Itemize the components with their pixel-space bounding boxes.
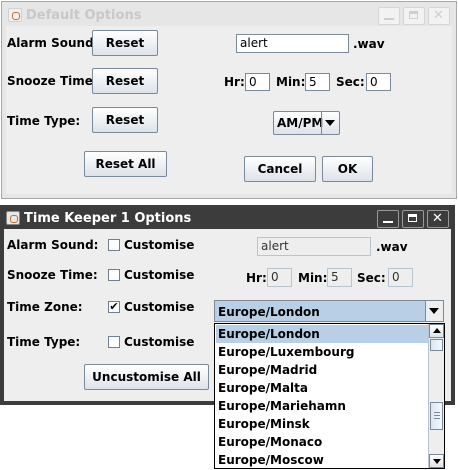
min-input: 5 — [327, 268, 352, 287]
maximize-button[interactable] — [403, 7, 425, 25]
uncustomise-all-button[interactable]: Uncustomise All — [84, 364, 209, 390]
hr-input: 0 — [267, 268, 292, 287]
list-item[interactable]: Europe/Monaco — [216, 433, 428, 451]
time-type-label: Time Type: — [7, 335, 81, 349]
customise-zone-label[interactable]: Customise — [124, 300, 194, 314]
customise-type-label[interactable]: Customise — [124, 335, 194, 349]
cancel-button[interactable]: Cancel — [244, 156, 316, 182]
hr-label: Hr: — [246, 271, 267, 285]
customise-type-checkbox[interactable] — [108, 336, 120, 348]
list-item[interactable]: Europe/Minsk — [216, 415, 428, 433]
alarm-sound-input[interactable]: alert — [236, 34, 349, 53]
alarm-sound-input: alert — [257, 237, 371, 256]
scroll-thumb[interactable] — [430, 339, 443, 351]
window-title: Default Options — [26, 8, 142, 23]
dropdown-arrow-icon — [429, 308, 439, 314]
dropdown-arrow-button[interactable] — [425, 301, 443, 321]
customise-alarm-label[interactable]: Customise — [124, 238, 194, 252]
list-item[interactable]: Europe/London — [216, 325, 428, 343]
maximize-button[interactable] — [402, 210, 424, 228]
dropdown-arrow-button[interactable] — [321, 112, 339, 134]
reset-alarm-button[interactable]: Reset — [92, 30, 158, 56]
sec-label: Sec: — [336, 75, 365, 89]
alarm-sound-label: Alarm Sound: — [7, 36, 99, 50]
grip-line — [434, 412, 440, 413]
reset-all-button[interactable]: Reset All — [84, 151, 167, 177]
time-zone-label: Time Zone: — [7, 300, 83, 314]
scroll-down-button[interactable] — [429, 454, 444, 468]
min-label: Min: — [298, 271, 328, 285]
list-item[interactable]: Europe/Madrid — [216, 361, 428, 379]
dropdown-arrow-icon — [325, 120, 335, 126]
alarm-sound-label: Alarm Sound: — [7, 238, 99, 252]
close-icon: ✕ — [432, 211, 443, 226]
sec-input[interactable]: 0 — [366, 73, 391, 91]
time-type-value: AM/PM — [277, 116, 324, 130]
grip-line — [434, 418, 440, 419]
time-zone-dropdown[interactable]: Europe/London — [214, 300, 444, 322]
sec-input: 0 — [388, 268, 413, 287]
default-options-titlebar[interactable]: Default Options ✕ — [6, 6, 452, 26]
list-scrollbar[interactable] — [428, 324, 444, 468]
wav-extension-label: .wav — [376, 240, 408, 254]
java-app-icon[interactable] — [6, 211, 20, 225]
time-zone-value: Europe/London — [218, 305, 320, 319]
minimize-icon — [384, 18, 394, 20]
close-button[interactable]: ✕ — [428, 7, 450, 25]
customise-snooze-label[interactable]: Customise — [124, 268, 194, 282]
list-item[interactable]: Europe/Mariehamn — [216, 397, 428, 415]
grip-line — [434, 415, 440, 416]
min-label: Min: — [276, 75, 306, 89]
customise-snooze-checkbox[interactable] — [108, 269, 120, 281]
wav-extension-label: .wav — [353, 37, 385, 51]
check-mark-icon: ✔ — [109, 300, 119, 313]
close-button[interactable]: ✕ — [427, 210, 449, 228]
time-zone-list[interactable]: Europe/London Europe/Luxembourg Europe/M… — [214, 323, 445, 469]
sec-label: Sec: — [357, 271, 386, 285]
reset-type-button[interactable]: Reset — [92, 107, 158, 133]
snooze-time-label: Snooze Time: — [7, 268, 98, 282]
time-keeper-titlebar[interactable]: Time Keeper 1 Options ✕ — [4, 209, 451, 229]
ok-button[interactable]: OK — [322, 156, 373, 182]
java-app-icon[interactable] — [8, 8, 22, 22]
window-title: Time Keeper 1 Options — [24, 211, 192, 226]
hr-label: Hr: — [224, 75, 245, 89]
customise-zone-checkbox[interactable]: ✔ — [108, 301, 120, 313]
customise-alarm-checkbox[interactable] — [108, 239, 120, 251]
maximize-icon — [409, 11, 418, 19]
minimize-icon — [383, 221, 393, 223]
close-icon: ✕ — [433, 8, 444, 23]
reset-snooze-button[interactable]: Reset — [92, 68, 158, 94]
scroll-down-icon — [433, 459, 441, 464]
scroll-thumb-grip[interactable] — [430, 402, 443, 430]
scroll-up-button[interactable] — [429, 324, 444, 338]
time-type-dropdown[interactable]: AM/PM — [273, 111, 340, 135]
snooze-time-label: Snooze Time: — [7, 74, 98, 88]
maximize-icon — [408, 214, 417, 222]
list-item[interactable]: Europe/Moscow — [216, 451, 428, 469]
default-options-window: Default Options ✕ — [1, 1, 457, 199]
scroll-up-icon — [433, 328, 441, 333]
minimize-button[interactable] — [377, 210, 399, 228]
list-item[interactable]: Europe/Luxembourg — [216, 343, 428, 361]
hr-input[interactable]: 0 — [245, 73, 270, 91]
minimize-button[interactable] — [378, 7, 400, 25]
min-input[interactable]: 5 — [305, 73, 330, 91]
time-type-label: Time Type: — [7, 114, 81, 128]
list-item[interactable]: Europe/Malta — [216, 379, 428, 397]
